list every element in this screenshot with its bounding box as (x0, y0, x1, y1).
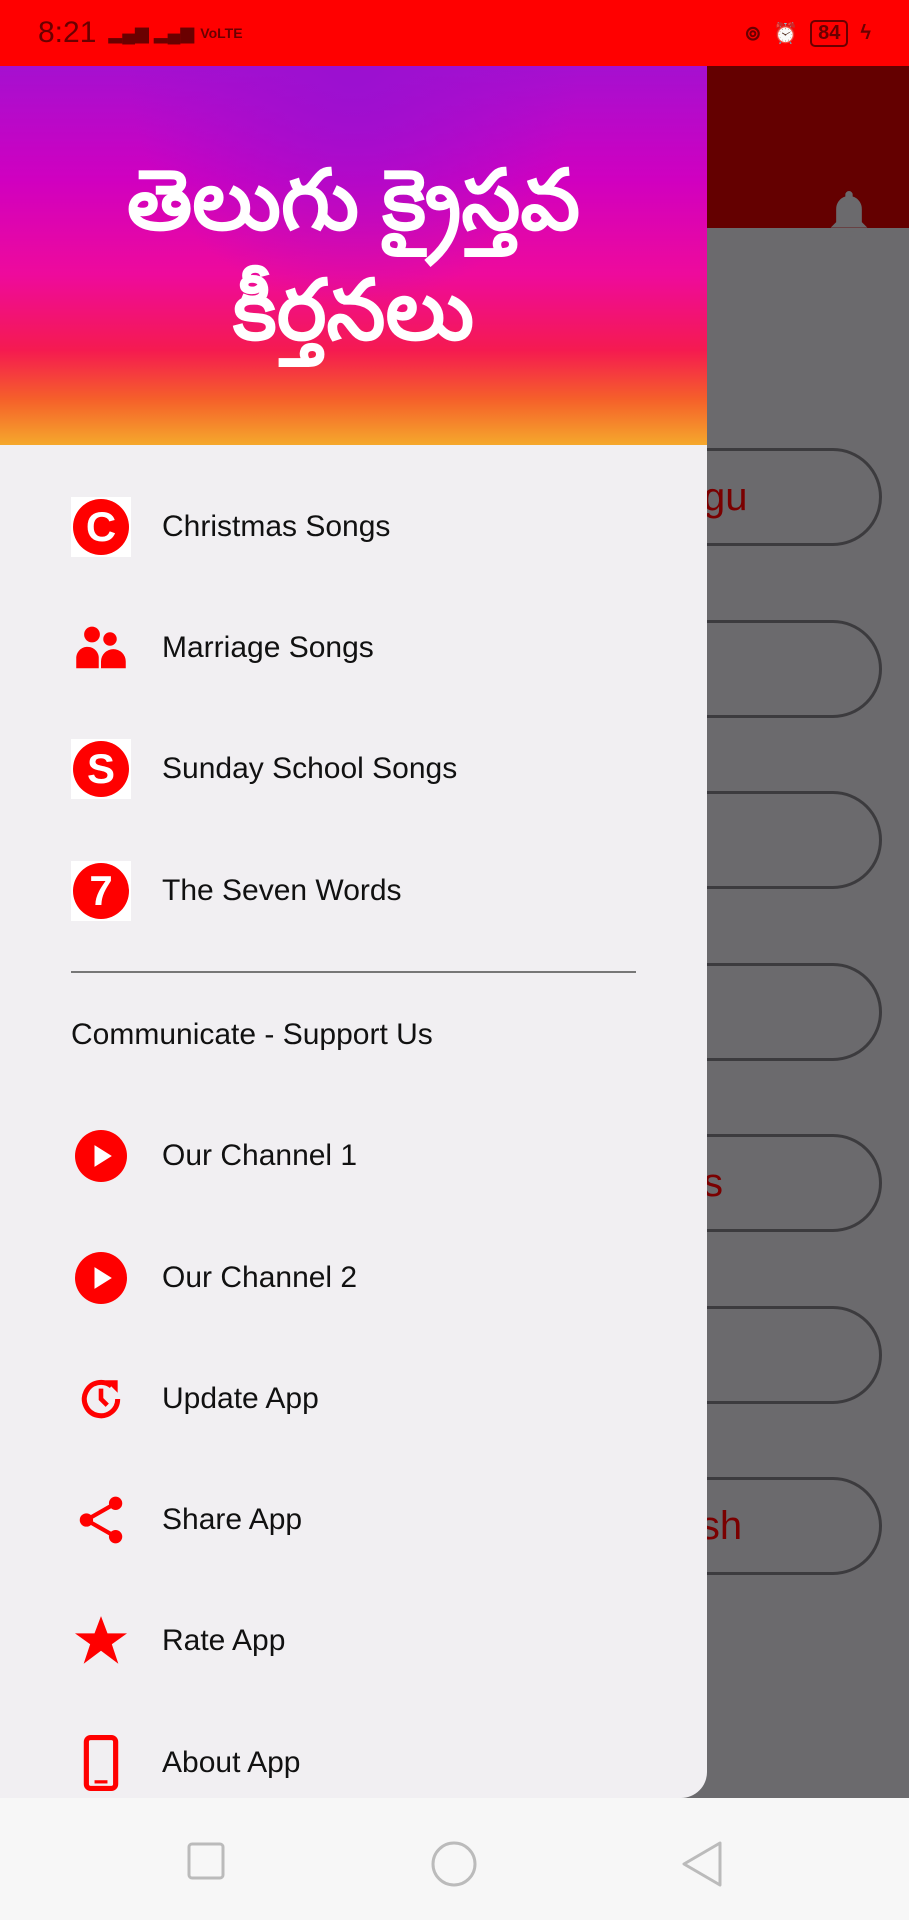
app-title-line2: కీర్తనలు (232, 262, 475, 357)
alarm-icon: ⏰ (773, 22, 799, 45)
lock-rotation-icon: ⊚ (744, 22, 762, 45)
youtube-play-icon (71, 1126, 131, 1186)
drawer-item-rate-app[interactable]: Rate App (0, 1591, 707, 1691)
section-title: Communicate - Support Us (71, 1018, 433, 1051)
phone-icon (71, 1733, 131, 1793)
drawer-header: తెలుగు క్రైస్తవ కీర్తనలు (0, 66, 707, 445)
volte-indicator: VoLTE (200, 25, 243, 41)
navigation-drawer: తెలుగు క్రైస్తవ కీర్తనలు C Christmas Son… (0, 66, 707, 1798)
battery-icon: 84 (810, 19, 849, 47)
clock: 8:21 (38, 16, 97, 49)
signal-icon: ▂▄▆ ▂▄▆ (108, 22, 195, 43)
home-button[interactable] (430, 1840, 478, 1888)
sunday-s-icon: S (71, 739, 131, 799)
back-button[interactable] (680, 1840, 724, 1888)
charging-icon: ϟ (860, 21, 871, 44)
notification-bell-icon[interactable] (827, 186, 871, 240)
drawer-item-share-app[interactable]: Share App (0, 1470, 707, 1570)
divider (71, 971, 636, 973)
people-icon (71, 618, 131, 678)
star-icon (71, 1611, 131, 1671)
status-bar: 8:21 ▂▄▆ ▂▄▆ VoLTE ⊚ ⏰ 84 ϟ (0, 0, 909, 66)
drawer-item-channel-1[interactable]: Our Channel 1 (0, 1106, 707, 1206)
seven-icon: 7 (71, 861, 131, 921)
drawer-item-sunday-school-songs[interactable]: S Sunday School Songs (0, 719, 707, 819)
drawer-item-seven-words[interactable]: 7 The Seven Words (0, 841, 707, 941)
drawer-item-update-app[interactable]: Update App (0, 1349, 707, 1449)
update-icon (71, 1369, 131, 1429)
drawer-item-about-app[interactable]: About App (0, 1713, 707, 1798)
youtube-play-icon (71, 1248, 131, 1308)
drawer-item-marriage-songs[interactable]: Marriage Songs (0, 598, 707, 698)
christmas-c-icon: C (71, 497, 131, 557)
system-navigation-bar (0, 1798, 909, 1920)
app-title-line1: తెలుగు క్రైస్తవ (126, 153, 581, 248)
share-icon (71, 1490, 131, 1550)
recents-button[interactable] (187, 1842, 225, 1880)
drawer-item-channel-2[interactable]: Our Channel 2 (0, 1228, 707, 1328)
drawer-item-christmas-songs[interactable]: C Christmas Songs (0, 477, 707, 577)
